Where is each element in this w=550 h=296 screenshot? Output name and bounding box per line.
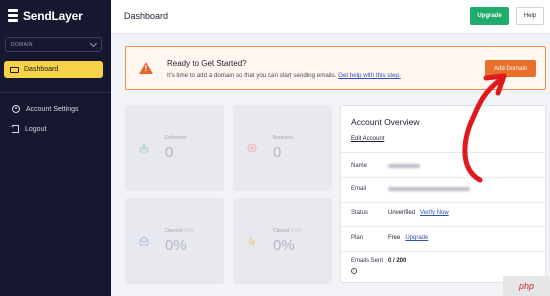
banner-help-link[interactable]: Get help with this step. [338,72,401,79]
emails-sent-label: Emails Sent [351,258,384,264]
stat-label: Clicked (0/0) [273,228,302,234]
stat-value: 0 [165,144,174,161]
status-value: Unverified Verify Now [388,210,449,216]
stat-label: Bounced [273,135,293,141]
sidebar-item-label: Dashboard [24,66,59,73]
email-label: Email [351,186,367,192]
inbox-icon [139,144,149,153]
divider [341,202,545,203]
bounce-icon [247,143,257,153]
verify-now-link[interactable]: Verify Now [420,210,449,216]
sendlayer-logo-icon [8,9,18,23]
sidebar-item-label: Logout [25,125,47,133]
help-button[interactable]: Help [516,7,544,25]
stat-card-clicked: Clicked (0/0) 0% [233,198,332,284]
divider [341,226,545,227]
stat-label: Delivered [165,135,187,141]
chevron-down-icon [89,39,98,47]
stat-label: Opened (0/0) [165,228,195,234]
stat-ratio: (0/0) [184,228,195,234]
dashboard-icon [10,66,19,73]
stat-value: 0 [273,144,282,161]
page-title: Dashboard [124,11,169,21]
edit-account-link[interactable]: Edit Account [351,136,384,142]
annotation-arrow [462,73,507,183]
domain-select-label: DOMAIN [11,41,33,48]
stat-value: 0% [165,237,187,254]
banner-message: It's time to add a domain so that you ca… [167,72,337,79]
banner-title: Ready to Get Started? [167,59,247,68]
brand-name: SendLayer [23,9,83,23]
brand-logo[interactable]: SendLayer [8,9,83,23]
email-value-redacted [388,187,470,191]
account-overview-title: Account Overview [351,117,420,127]
sidebar-item-logout[interactable]: Logout [8,123,47,133]
name-label: Name [351,163,368,169]
sidebar: SendLayer DOMAIN Dashboard Account Setti… [0,0,111,296]
stat-value: 0% [273,237,295,254]
info-icon[interactable]: i [351,268,357,274]
top-header: Dashboard Upgrade Help [111,0,550,34]
status-label: Status [351,210,369,216]
name-value-redacted [388,164,420,168]
stat-card-bounced: Bounced 0 [233,105,332,191]
emails-sent-value: 0 / 200 [388,258,407,264]
envelope-open-icon [139,236,149,246]
divider [341,251,545,252]
stat-ratio: (0/0) [290,228,302,234]
upgrade-button[interactable]: Upgrade [470,7,509,25]
warning-icon: ! [139,62,153,74]
sidebar-item-account-settings[interactable]: Account Settings [12,105,79,113]
sidebar-item-label: Account Settings [26,105,79,113]
sidebar-divider [0,92,111,93]
plan-value: Free Upgrade [388,235,429,241]
sidebar-item-dashboard[interactable]: Dashboard [4,61,103,78]
user-icon [12,105,20,113]
stat-card-delivered: Delivered 0 [125,105,224,191]
stat-card-opened: Opened (0/0) 0% [125,198,224,284]
watermark: php [503,276,550,296]
plan-label: Plan [351,235,364,241]
domain-select[interactable]: DOMAIN [5,37,102,52]
upgrade-plan-link[interactable]: Upgrade [405,235,428,241]
logout-icon [8,123,19,133]
cursor-icon [249,237,256,246]
banner-text: It's time to add a domain so that you ca… [167,72,401,79]
